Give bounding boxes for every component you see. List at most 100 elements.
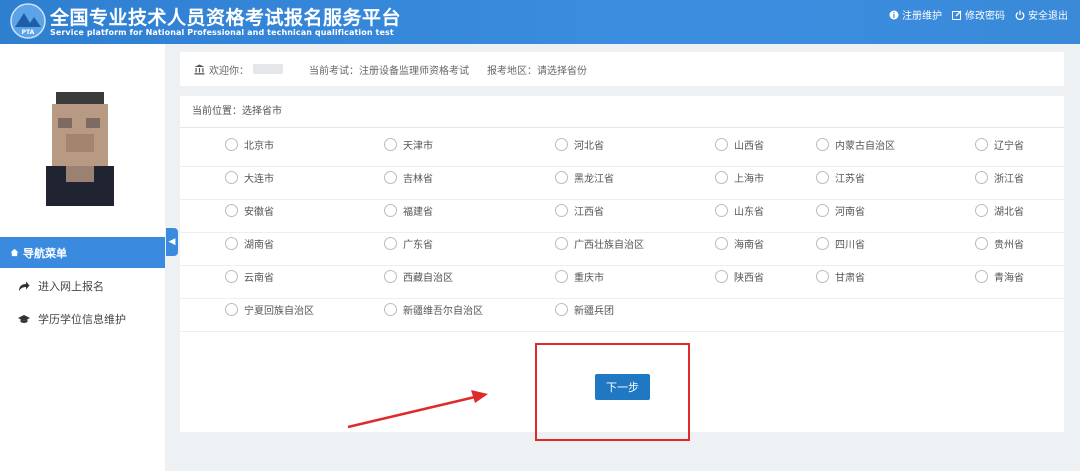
province-option[interactable]: 福建省 [384,203,433,218]
radio-button[interactable] [715,237,728,250]
province-option[interactable]: 黑龙江省 [555,170,614,185]
radio-button[interactable] [384,138,397,151]
province-option[interactable]: 海南省 [715,236,764,251]
province-option[interactable]: 内蒙古自治区 [816,137,895,152]
province-option[interactable]: 宁夏回族自治区 [225,302,314,317]
province-option[interactable]: 云南省 [225,269,274,284]
province-option[interactable]: 青海省 [975,269,1024,284]
radio-button[interactable] [715,138,728,151]
province-label: 西藏自治区 [403,273,453,284]
province-option[interactable]: 上海市 [715,170,764,185]
svg-text:PTA: PTA [22,29,35,36]
radio-button[interactable] [555,138,568,151]
province-label: 福建省 [403,207,433,218]
graduation-cap-icon [18,315,30,323]
sidebar-collapse-toggle[interactable]: ◀ [166,228,178,256]
logout-link[interactable]: 安全退出 [1015,7,1068,22]
radio-button[interactable] [816,171,829,184]
province-option[interactable]: 河南省 [816,203,865,218]
red-arrow-annotation [347,390,488,429]
province-label: 湖北省 [994,207,1024,218]
province-option[interactable]: 浙江省 [975,170,1024,185]
change-password-link[interactable]: 修改密码 [952,7,1005,22]
province-label: 江苏省 [835,174,865,185]
nav-menu-header: 导航菜单 [0,237,165,268]
province-option[interactable]: 重庆市 [555,269,604,284]
radio-button[interactable] [555,303,568,316]
radio-button[interactable] [715,270,728,283]
top-links: 注册维护 修改密码 安全退出 [889,7,1068,22]
province-option[interactable]: 山西省 [715,137,764,152]
radio-button[interactable] [225,270,238,283]
province-label: 山西省 [734,141,764,152]
province-option[interactable]: 甘肃省 [816,269,865,284]
province-label: 四川省 [835,240,865,251]
radio-button[interactable] [384,303,397,316]
province-label: 宁夏回族自治区 [244,306,314,317]
radio-button[interactable] [225,171,238,184]
radio-button[interactable] [715,204,728,217]
radio-button[interactable] [816,237,829,250]
radio-button[interactable] [555,204,568,217]
province-option[interactable]: 新疆兵团 [555,302,614,317]
province-option[interactable]: 广西壮族自治区 [555,236,644,251]
radio-button[interactable] [975,138,988,151]
province-option[interactable]: 河北省 [555,137,604,152]
province-option[interactable]: 西藏自治区 [384,269,453,284]
province-option[interactable]: 陕西省 [715,269,764,284]
radio-button[interactable] [225,138,238,151]
province-option[interactable]: 江西省 [555,203,604,218]
radio-button[interactable] [975,171,988,184]
radio-button[interactable] [555,171,568,184]
province-option[interactable]: 广东省 [384,236,433,251]
province-option[interactable]: 山东省 [715,203,764,218]
province-row [180,211,1064,233]
radio-button[interactable] [975,204,988,217]
province-option[interactable]: 大连市 [225,170,274,185]
province-option[interactable]: 北京市 [225,137,274,152]
sidebar-item-education-info[interactable]: 学历学位信息维护 [0,303,165,335]
radio-button[interactable] [975,237,988,250]
region-text: 报考地区：请选择省份 [487,65,587,77]
logout-label: 安全退出 [1028,11,1068,22]
radio-button[interactable] [384,237,397,250]
province-label: 天津市 [403,141,433,152]
province-label: 广西壮族自治区 [574,240,644,251]
radio-button[interactable] [555,270,568,283]
province-option[interactable]: 湖北省 [975,203,1024,218]
radio-button[interactable] [816,270,829,283]
radio-button[interactable] [384,204,397,217]
province-label: 河北省 [574,141,604,152]
register-maintain-link[interactable]: 注册维护 [889,7,942,22]
province-option[interactable]: 湖南省 [225,236,274,251]
radio-button[interactable] [384,171,397,184]
radio-button[interactable] [225,237,238,250]
current-exam-text: 当前考试：注册设备监理师资格考试 [309,65,469,77]
radio-button[interactable] [384,270,397,283]
province-option[interactable]: 贵州省 [975,236,1024,251]
chevron-left-icon: ◀ [168,237,176,247]
province-option[interactable]: 吉林省 [384,170,433,185]
province-option[interactable]: 安徽省 [225,203,274,218]
radio-button[interactable] [715,171,728,184]
radio-button[interactable] [225,303,238,316]
welcome-text: 欢迎你： [209,65,249,77]
province-option[interactable]: 四川省 [816,236,865,251]
province-label: 贵州省 [994,240,1024,251]
radio-button[interactable] [555,237,568,250]
province-label: 重庆市 [574,273,604,284]
top-header: PTA 全国专业技术人员资格考试报名服务平台 Service platform … [0,0,1080,44]
province-option[interactable]: 江苏省 [816,170,865,185]
radio-button[interactable] [816,204,829,217]
province-option[interactable]: 天津市 [384,137,433,152]
radio-button[interactable] [816,138,829,151]
province-option[interactable]: 新疆维吾尔自治区 [384,302,483,317]
sidebar-item-online-registration[interactable]: 进入网上报名 [0,270,165,302]
province-option[interactable]: 辽宁省 [975,137,1024,152]
province-row [180,145,1064,167]
province-label: 内蒙古自治区 [835,141,895,152]
share-arrow-icon [19,281,30,291]
radio-button[interactable] [225,204,238,217]
radio-button[interactable] [975,270,988,283]
sidebar-item-label: 进入网上报名 [38,280,104,293]
